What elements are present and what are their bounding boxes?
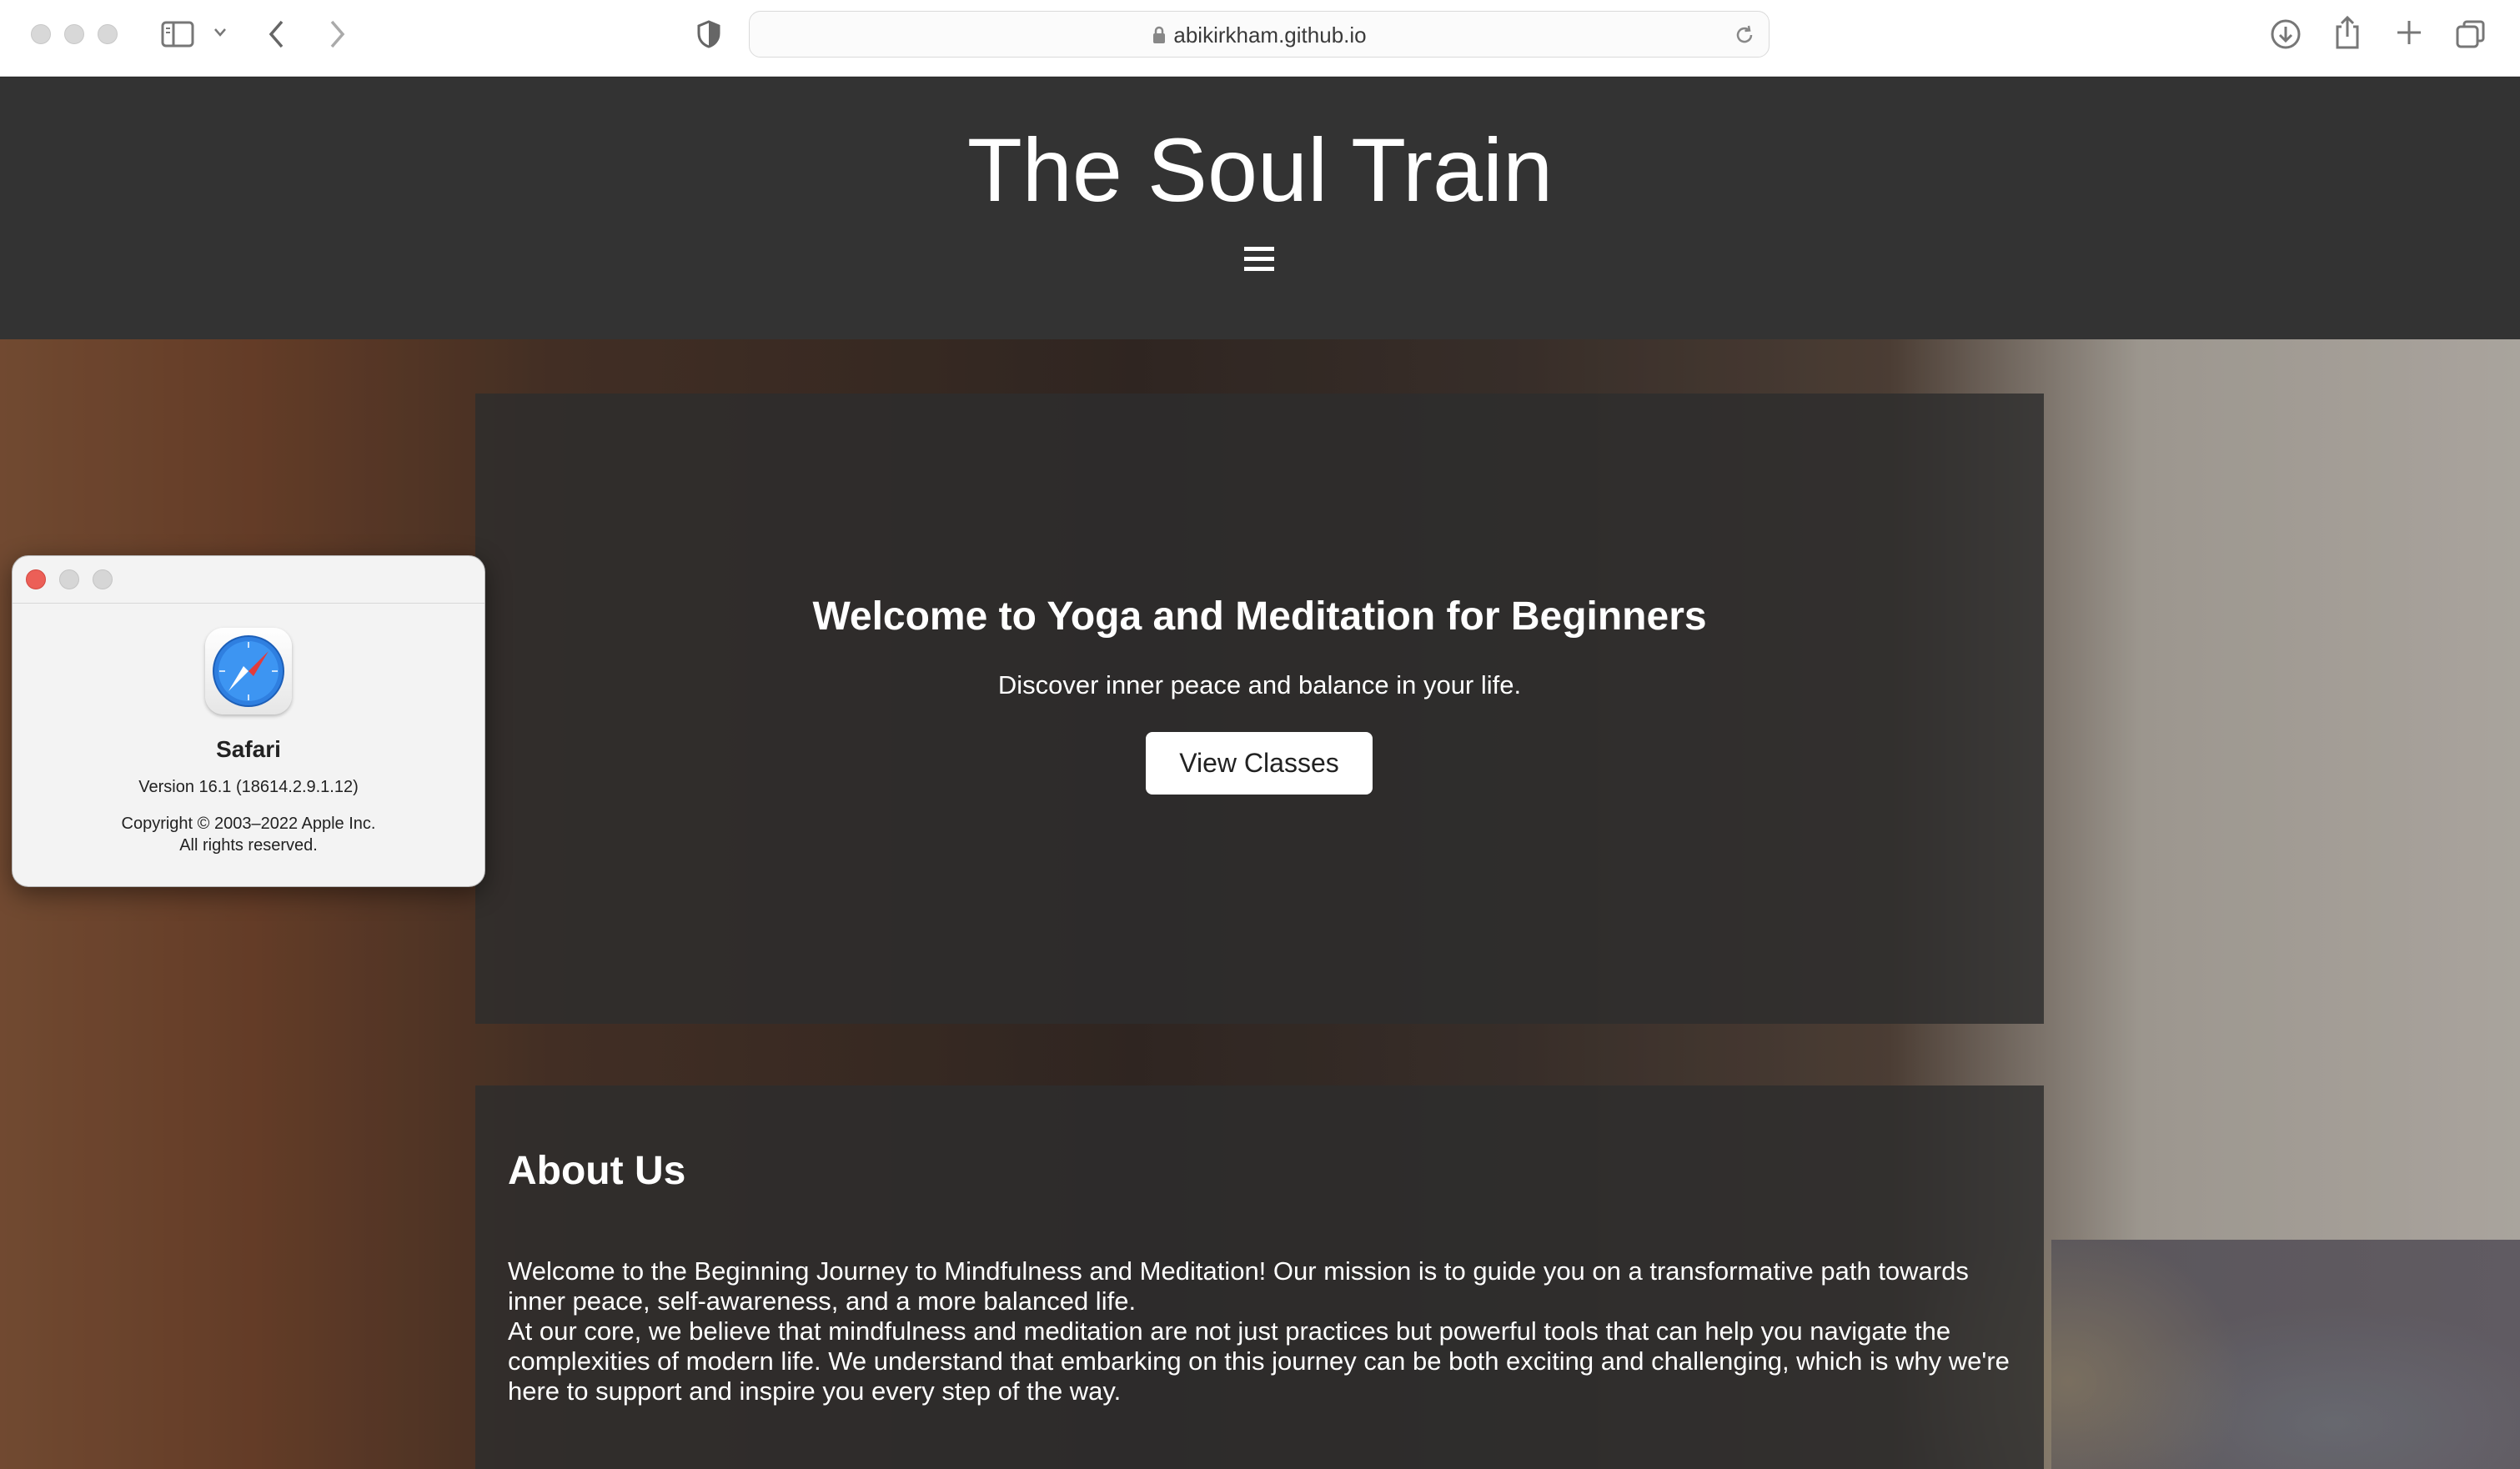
address-bar[interactable]: abikirkham.github.io <box>749 11 1770 58</box>
about-window-zoom-button[interactable] <box>93 569 113 589</box>
lock-icon <box>1153 26 1166 43</box>
window-zoom-button[interactable] <box>98 24 118 44</box>
hero-subheading: Discover inner peace and balance in your… <box>997 670 1522 699</box>
about-text: Welcome to the Beginning Journey to Mind… <box>508 1256 2026 1406</box>
new-tab-plus-icon[interactable] <box>2395 18 2423 47</box>
about-app-version: Version 16.1 (18614.2.9.1.12) <box>138 778 359 796</box>
view-classes-button[interactable]: View Classes <box>1146 732 1373 795</box>
about-paragraph-1: Welcome to the Beginning Journey to Mind… <box>508 1256 1969 1316</box>
window-close-button[interactable] <box>31 24 51 44</box>
about-safari-window: Safari Version 16.1 (18614.2.9.1.12) Cop… <box>12 555 485 887</box>
hero-heading: Welcome to Yoga and Meditation for Begin… <box>812 594 1707 639</box>
privacy-shield-icon[interactable] <box>696 20 721 48</box>
about-heading: About Us <box>508 1149 686 1193</box>
about-app-name: Safari <box>216 736 281 762</box>
browser-toolbar: abikirkham.github.io <box>0 0 2520 77</box>
downloads-icon[interactable] <box>2270 18 2302 50</box>
hero-panel <box>475 394 2044 1024</box>
about-window-close-button[interactable] <box>26 569 46 589</box>
window-minimize-button[interactable] <box>64 24 84 44</box>
about-rights-line: All rights reserved. <box>179 836 318 855</box>
hamburger-menu-icon[interactable] <box>1244 247 1274 272</box>
forward-arrow-icon[interactable] <box>327 18 347 50</box>
back-arrow-icon[interactable] <box>267 18 287 50</box>
safari-compass-icon <box>205 628 292 714</box>
about-window-minimize-button[interactable] <box>59 569 79 589</box>
sidebar-toggle-icon[interactable] <box>161 20 194 48</box>
tab-overview-icon[interactable] <box>2455 18 2487 50</box>
reload-icon[interactable] <box>1734 24 1755 46</box>
share-icon[interactable] <box>2333 15 2362 50</box>
about-window-titlebar <box>13 556 484 604</box>
about-copyright: Copyright © 2003–2022 Apple Inc. All rig… <box>13 813 484 856</box>
about-paragraph-2: At our core, we believe that mindfulness… <box>508 1316 2010 1406</box>
url-text: abikirkham.github.io <box>1173 23 1367 48</box>
about-copyright-line: Copyright © 2003–2022 Apple Inc. <box>121 815 376 833</box>
site-title: The Soul Train <box>966 119 1554 220</box>
address-bar-url[interactable]: abikirkham.github.io <box>750 12 1769 58</box>
chevron-down-icon[interactable] <box>213 27 228 38</box>
